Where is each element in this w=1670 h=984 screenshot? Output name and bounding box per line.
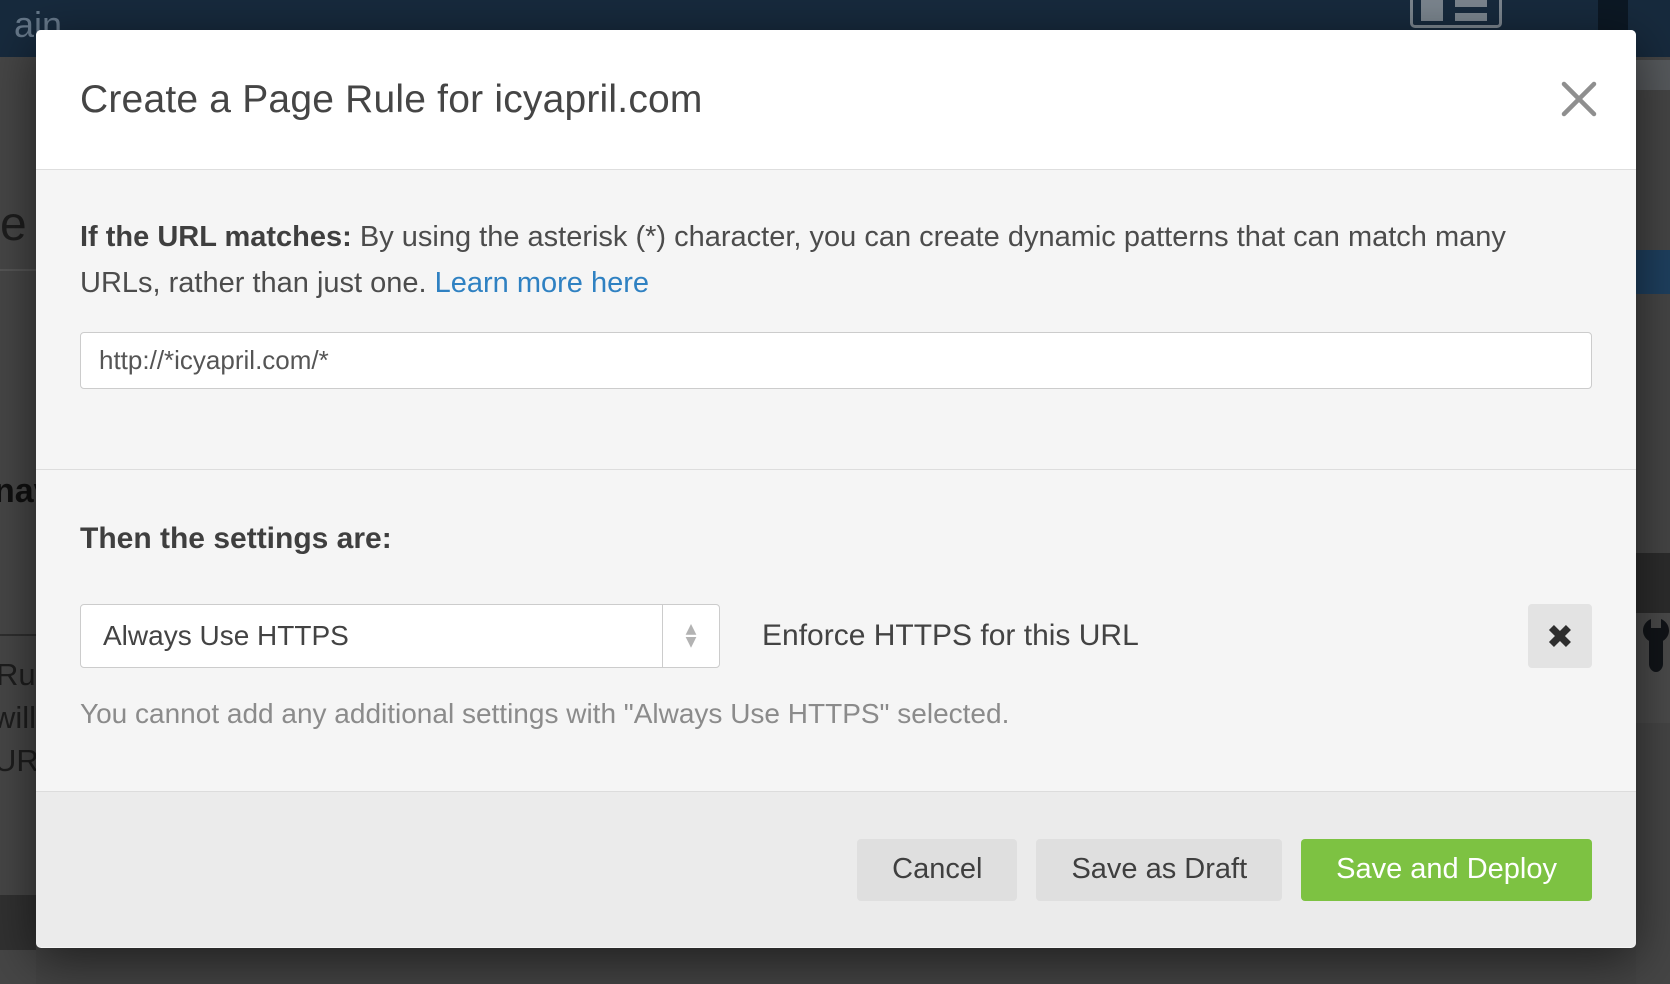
settings-note: You cannot add any additional settings w… — [80, 698, 1592, 730]
save-and-deploy-button[interactable]: Save and Deploy — [1301, 839, 1592, 901]
learn-more-link[interactable]: Learn more here — [435, 267, 649, 299]
background-page-right-edge — [1636, 57, 1670, 984]
background-text-fragment: e — [0, 197, 27, 252]
setting-select-value: Always Use HTTPS — [81, 605, 662, 667]
modal-footer: Cancel Save as Draft Save and Deploy — [36, 791, 1636, 947]
save-as-draft-button[interactable]: Save as Draft — [1036, 839, 1282, 901]
create-page-rule-modal: Create a Page Rule for icyapril.com If t… — [36, 30, 1636, 948]
url-match-description: If the URL matches: By using the asteris… — [80, 214, 1560, 306]
modal-body: If the URL matches: By using the asteris… — [36, 170, 1636, 791]
setting-row: Always Use HTTPS ▲ ▼ Enforce HTTPS for t… — [80, 604, 1592, 668]
remove-setting-button[interactable]: ✖ — [1528, 604, 1592, 668]
url-pattern-input[interactable] — [80, 332, 1592, 389]
remove-icon: ✖ — [1546, 617, 1574, 656]
navbar-right-icon — [1598, 0, 1628, 34]
select-spinner-icon[interactable]: ▲ ▼ — [662, 605, 719, 667]
background-blue-button-fragment — [1636, 250, 1670, 294]
setting-select[interactable]: Always Use HTTPS ▲ ▼ — [80, 604, 720, 668]
screen: ain. e nav Ru will UR Create a Page Rule… — [0, 0, 1670, 984]
url-match-lead: If the URL matches: — [80, 221, 352, 253]
background-page-left-edge: e nav Ru will UR — [0, 57, 36, 984]
background-text-fragment: Ru — [0, 657, 36, 693]
url-match-section: If the URL matches: By using the asteris… — [36, 170, 1636, 470]
close-icon[interactable] — [1554, 74, 1604, 124]
modal-header: Create a Page Rule for icyapril.com — [36, 30, 1636, 170]
settings-section: Then the settings are: Always Use HTTPS … — [36, 470, 1636, 730]
cancel-button[interactable]: Cancel — [857, 839, 1017, 901]
background-text-fragment: UR — [0, 743, 39, 779]
layout-toggle-icon — [1410, 0, 1502, 28]
setting-description: Enforce HTTPS for this URL — [762, 619, 1139, 653]
settings-heading: Then the settings are: — [80, 522, 1592, 556]
wrench-icon — [1642, 618, 1670, 672]
background-text-fragment: will — [0, 700, 36, 736]
chevron-down-icon: ▼ — [686, 636, 697, 649]
modal-title: Create a Page Rule for icyapril.com — [80, 78, 703, 122]
